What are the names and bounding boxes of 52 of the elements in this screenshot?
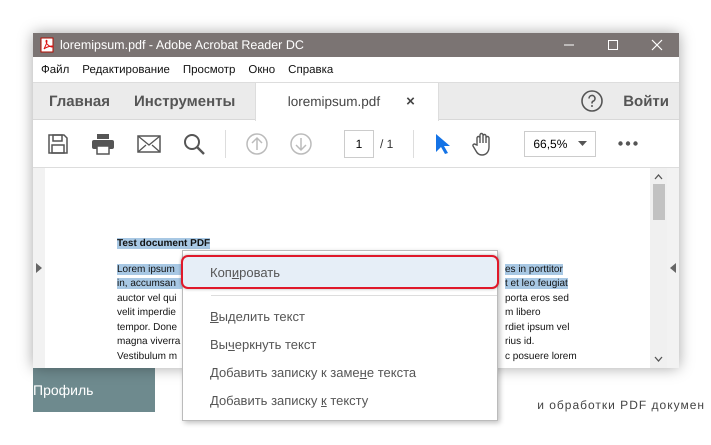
document-text: Lorem ipsum: [117, 264, 183, 275]
search-icon[interactable]: [183, 132, 205, 154]
document-text: Vestibulum m: [117, 350, 178, 362]
context-menu-item[interactable]: Выделить текст: [183, 302, 497, 330]
page-number-field[interactable]: 1: [344, 130, 374, 158]
close-icon[interactable]: [651, 39, 663, 51]
caret-icon: [578, 141, 588, 146]
document-text: c posuere lorem: [505, 350, 577, 362]
expand-left-panel-icon[interactable]: [36, 263, 42, 273]
document-text: velit imperdie: [117, 307, 177, 318]
more-icon[interactable]: [618, 141, 638, 146]
tab[interactable]: loremipsum.pdf ×: [255, 82, 440, 120]
pdf-file-icon: [40, 37, 56, 53]
document-text: in, accumsan: [117, 278, 183, 290]
document-text: auctor vel qui: [117, 292, 178, 304]
document-text: rdiet ipsum vel: [505, 322, 570, 333]
sidebar-item[interactable]: Профиль: [33, 368, 155, 412]
document-text: es in porttitor: [505, 264, 563, 275]
context-menu-item[interactable]: Добавить записку к замене текста: [183, 358, 497, 386]
context-menu-item[interactable]: Добавить записку к тексту: [183, 386, 497, 414]
context-menu-item[interactable]: Вычеркнуть текст: [183, 330, 497, 358]
scroll-up-icon[interactable]: [654, 174, 663, 180]
tab[interactable]: Главная: [33, 82, 118, 120]
document-text: magna viverra: [117, 336, 182, 348]
scrollbar-thumb[interactable]: [652, 184, 664, 220]
save-icon[interactable]: [47, 132, 69, 154]
menu-item[interactable]: Окно: [248, 64, 276, 76]
scroll-down-icon[interactable]: [654, 356, 663, 362]
mail-icon[interactable]: [137, 134, 161, 152]
expand-right-panel-icon[interactable]: [670, 263, 676, 273]
document-text: rius id.: [505, 336, 534, 348]
context-menu-item[interactable]: Копировать: [181, 255, 499, 289]
document-text: porta eros sed: [505, 292, 569, 304]
window-title: loremipsum.pdf - Adobe Acrobat Reader DC: [60, 38, 304, 52]
tab[interactable]: Инструменты: [118, 82, 244, 120]
tab-close-button[interactable]: ×: [406, 93, 415, 110]
menu-item[interactable]: Просмотр: [182, 64, 236, 76]
document-text: t et leo feugiat: [505, 278, 568, 290]
pointer-icon[interactable]: [434, 132, 450, 154]
menu-item[interactable]: Справка: [288, 64, 334, 76]
page-total: / 1: [380, 136, 394, 150]
sign-in-link[interactable]: Войти: [623, 92, 669, 110]
zoom-dropdown[interactable]: 66,5%: [524, 130, 596, 156]
print-icon[interactable]: [91, 132, 115, 154]
help-icon[interactable]: [581, 90, 604, 112]
menu-item[interactable]: Файл: [41, 64, 70, 76]
background-page-text: и обработки PDF докумен: [537, 398, 705, 412]
document-text: tempor. Done: [117, 322, 178, 333]
menu-item[interactable]: Редактирование: [82, 64, 170, 76]
document-heading: Test document PDF: [117, 238, 210, 249]
document-text: m libero: [505, 307, 541, 318]
maximize-icon[interactable]: [607, 39, 619, 51]
